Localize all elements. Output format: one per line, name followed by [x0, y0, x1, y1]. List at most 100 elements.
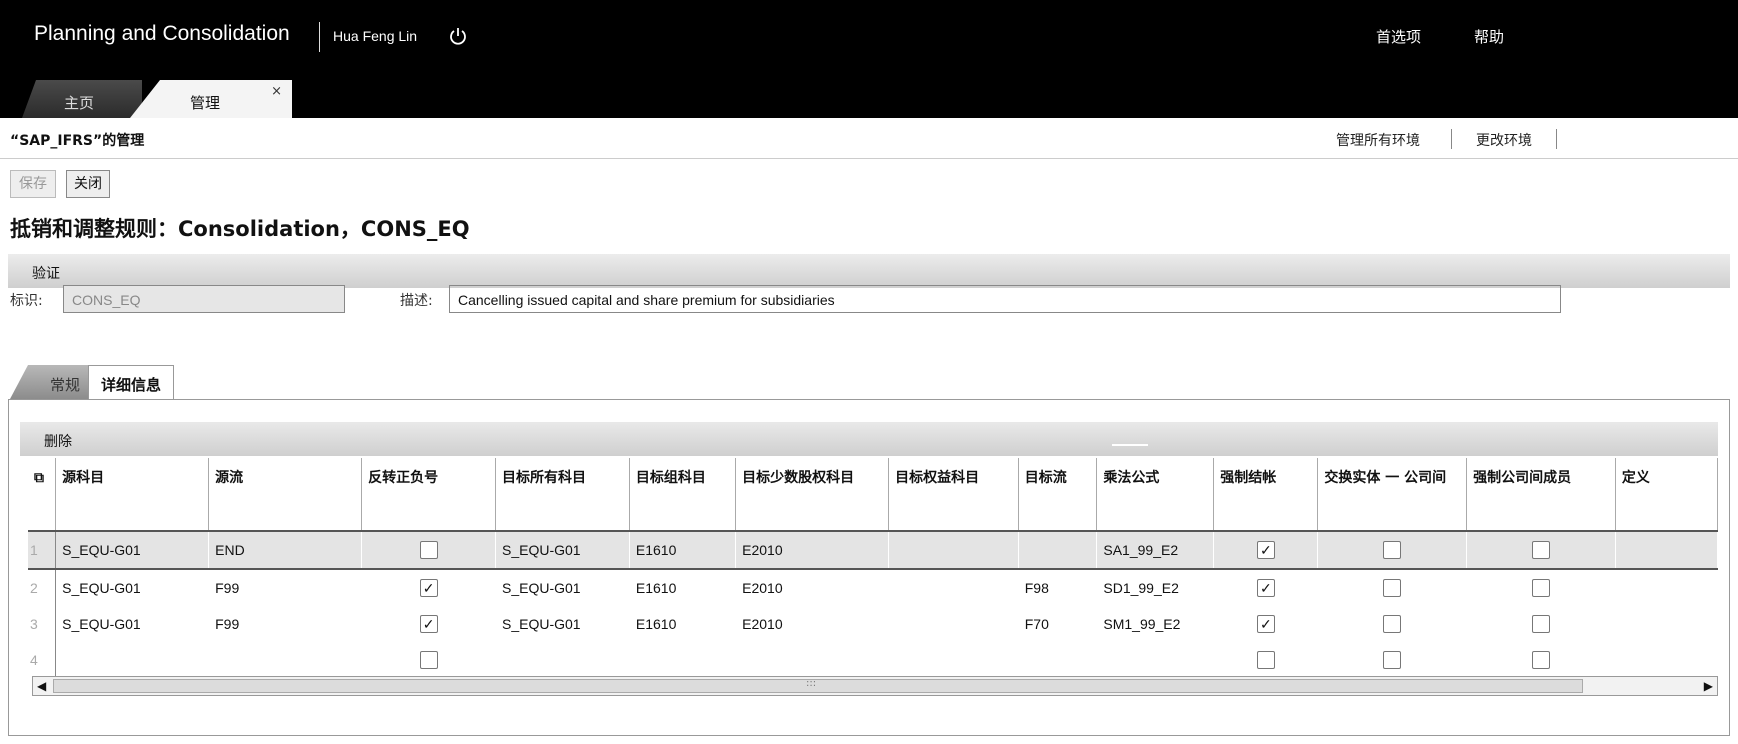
table-cell-src-account[interactable]: S_EQU-G01	[55, 606, 210, 642]
checkbox[interactable]	[1532, 541, 1550, 560]
close-button[interactable]: 关闭	[66, 170, 110, 198]
manage-all-environments-link[interactable]: 管理所有环境	[1336, 130, 1420, 150]
table-cell-swap-entity	[1317, 530, 1468, 570]
checkbox[interactable]	[419, 541, 438, 560]
table-cell-group-account[interactable]	[629, 642, 737, 678]
power-icon[interactable]	[448, 26, 468, 46]
checkbox[interactable]: ✓	[1256, 615, 1275, 634]
table-cell-src-flow[interactable]	[208, 642, 363, 678]
save-button[interactable]: 保存	[10, 170, 56, 198]
column-header[interactable]: 反转正负号	[361, 458, 496, 532]
scrollbar-thumb[interactable]: :::	[53, 678, 1583, 693]
horizontal-scrollbar[interactable]: ◀ ::: ▶	[32, 676, 1718, 696]
checkbox[interactable]	[1256, 651, 1275, 670]
grid-toolbar: 删除	[20, 422, 1718, 456]
table-cell-define[interactable]	[1615, 642, 1719, 678]
table-cell-src-flow[interactable]: END	[208, 530, 363, 570]
top-bar: Planning and Consolidation Hua Feng Lin …	[0, 0, 1738, 118]
table-cell-equity-account[interactable]	[888, 530, 1019, 570]
checkbox[interactable]	[1383, 651, 1402, 670]
table-cell-define[interactable]	[1615, 530, 1719, 570]
checkbox[interactable]	[1532, 615, 1550, 634]
table-cell-equity-account[interactable]	[888, 606, 1019, 642]
column-header[interactable]: 强制结帐	[1213, 458, 1319, 532]
close-icon[interactable]: ×	[271, 84, 282, 99]
toolbar-divider	[1112, 444, 1148, 446]
table-cell-src-flow[interactable]: F99	[208, 606, 363, 642]
table-cell-target-flow[interactable]: F70	[1018, 606, 1098, 642]
table-cell-minority-account[interactable]: E2010	[735, 530, 890, 570]
tab-general-label: 常规	[50, 376, 81, 394]
checkbox[interactable]: ✓	[419, 579, 438, 598]
checkbox[interactable]: ✓	[1256, 541, 1275, 560]
app-title: Planning and Consolidation	[34, 22, 290, 45]
table-cell-equity-account[interactable]	[888, 569, 1019, 606]
table-cell-minority-account[interactable]: E2010	[735, 569, 890, 606]
table-cell-group-account[interactable]: E1610	[629, 530, 737, 570]
checkbox[interactable]	[1532, 579, 1550, 598]
table-cell-all-account[interactable]: S_EQU-G01	[495, 530, 630, 570]
table-row[interactable]: 3 S_EQU-G01 F99 ✓ S_EQU-G01 E1610 E2010 F70 SM1_…	[28, 606, 1719, 642]
column-header[interactable]: 定义	[1615, 458, 1719, 532]
user-name[interactable]: Hua Feng Lin	[333, 28, 417, 44]
table-row[interactable]: 1 S_EQU-G01 END S_EQU-G01 E1610 E2010 SA1_99_E…	[28, 530, 1719, 570]
column-header[interactable]: 目标权益科目	[888, 458, 1019, 532]
checkbox[interactable]: ✓	[419, 615, 438, 634]
table-cell-formula[interactable]: SA1_99_E2	[1096, 530, 1215, 570]
column-chooser-icon[interactable]: ⧉	[28, 458, 57, 532]
table-cell-define[interactable]	[1615, 569, 1719, 606]
help-link[interactable]: 帮助	[1474, 26, 1504, 47]
table-cell-formula[interactable]: SM1_99_E2	[1096, 606, 1215, 642]
table-cell-minority-account[interactable]: E2010	[735, 606, 890, 642]
column-header[interactable]: 目标所有科目	[495, 458, 630, 532]
table-row[interactable]: 4	[28, 642, 1719, 678]
table-cell-group-account[interactable]: E1610	[629, 606, 737, 642]
validate-button[interactable]: 验证	[32, 263, 60, 283]
column-header[interactable]: 强制公司间成员	[1466, 458, 1616, 532]
column-header[interactable]: 乘法公式	[1096, 458, 1215, 532]
table-cell-target-flow[interactable]	[1018, 642, 1098, 678]
table-cell-equity-account[interactable]	[888, 642, 1019, 678]
table-row[interactable]: 2 S_EQU-G01 F99 ✓ S_EQU-G01 E1610 E2010 F98 SD1_…	[28, 569, 1719, 606]
table-cell-swap-entity	[1317, 642, 1468, 678]
table-cell-group-account[interactable]: E1610	[629, 569, 737, 606]
column-header[interactable]: 源流	[208, 458, 363, 532]
tab-admin[interactable]: 管理 ×	[130, 80, 292, 118]
column-header[interactable]: 目标流	[1018, 458, 1098, 532]
column-header[interactable]: 交换实体 一 公司间	[1317, 458, 1468, 532]
table-cell-formula[interactable]	[1096, 642, 1215, 678]
change-environment-link[interactable]: 更改环境	[1476, 130, 1532, 150]
tab-details[interactable]: 详细信息	[88, 365, 174, 400]
checkbox[interactable]	[1383, 541, 1402, 560]
table-cell-all-account[interactable]	[495, 642, 630, 678]
checkbox[interactable]	[1532, 651, 1550, 670]
column-header[interactable]: 目标少数股权科目	[735, 458, 890, 532]
table-cell-formula[interactable]: SD1_99_E2	[1096, 569, 1215, 606]
table-cell-src-account[interactable]	[55, 642, 210, 678]
table-cell-all-account[interactable]: S_EQU-G01	[495, 606, 630, 642]
table-cell-force-ic	[1466, 606, 1616, 642]
table-cell-all-account[interactable]: S_EQU-G01	[495, 569, 630, 606]
table-cell-src-flow[interactable]: F99	[208, 569, 363, 606]
scroll-right-icon[interactable]: ▶	[1704, 679, 1713, 693]
checkbox[interactable]	[1383, 579, 1402, 598]
tab-home[interactable]: 主页	[22, 80, 142, 118]
grip-icon: :::	[806, 678, 817, 689]
table-cell-minority-account[interactable]	[735, 642, 890, 678]
table-cell-src-account[interactable]: S_EQU-G01	[55, 530, 210, 570]
table-cell-target-flow[interactable]	[1018, 530, 1098, 570]
delete-button[interactable]: 删除	[44, 431, 72, 451]
table-cell-force-ic	[1466, 530, 1616, 570]
checkbox[interactable]	[1383, 615, 1402, 634]
scroll-left-icon[interactable]: ◀	[37, 679, 46, 693]
table-cell-force-close	[1213, 642, 1319, 678]
checkbox[interactable]	[419, 651, 438, 670]
column-header[interactable]: 目标组科目	[629, 458, 737, 532]
preferences-link[interactable]: 首选项	[1376, 26, 1421, 47]
table-cell-define[interactable]	[1615, 606, 1719, 642]
description-field[interactable]: Cancelling issued capital and share prem…	[449, 285, 1561, 313]
column-header[interactable]: 源科目	[55, 458, 210, 532]
checkbox[interactable]: ✓	[1256, 579, 1275, 598]
table-cell-target-flow[interactable]: F98	[1018, 569, 1098, 606]
table-cell-src-account[interactable]: S_EQU-G01	[55, 569, 210, 606]
